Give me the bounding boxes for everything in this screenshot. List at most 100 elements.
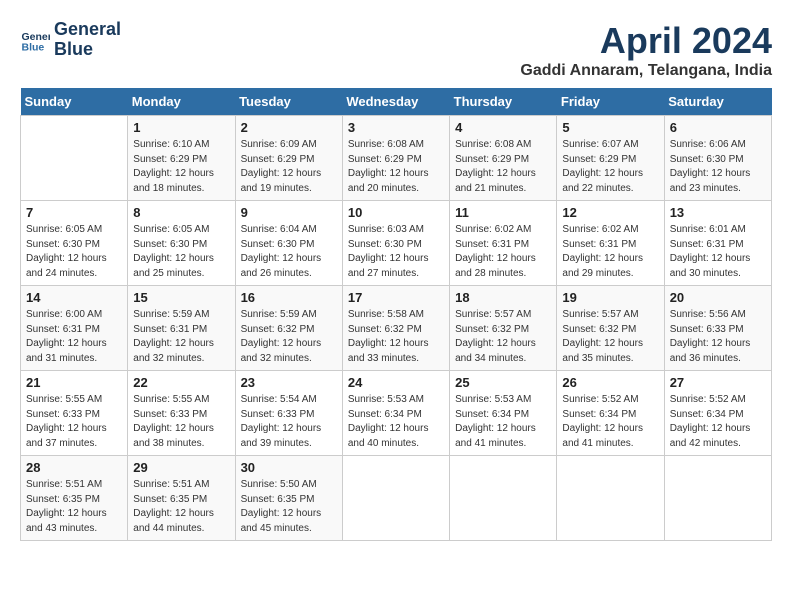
week-row-5: 28 Sunrise: 5:51 AMSunset: 6:35 PMDayligh… [21,456,772,541]
header-saturday: Saturday [664,88,771,116]
day-info: Sunrise: 6:08 AMSunset: 6:29 PMDaylight:… [455,138,551,196]
day-number: 25 [455,375,551,390]
day-number: 1 [133,120,229,135]
day-info: Sunrise: 6:03 AMSunset: 6:30 PMDaylight:… [348,223,444,281]
week-row-1: 1 Sunrise: 6:10 AMSunset: 6:29 PMDaylight… [21,116,772,201]
calendar-cell: 15 Sunrise: 5:59 AMSunset: 6:31 PMDayligh… [128,286,235,371]
day-info: Sunrise: 5:58 AMSunset: 6:32 PMDaylight:… [348,308,444,366]
header-friday: Friday [557,88,664,116]
svg-text:Blue: Blue [22,41,45,53]
header-thursday: Thursday [450,88,557,116]
calendar-cell: 10 Sunrise: 6:03 AMSunset: 6:30 PMDayligh… [342,201,449,286]
calendar-cell [557,456,664,541]
calendar-cell: 8 Sunrise: 6:05 AMSunset: 6:30 PMDaylight… [128,201,235,286]
logo: General Blue General Blue [20,20,121,60]
day-info: Sunrise: 6:06 AMSunset: 6:30 PMDaylight:… [670,138,766,196]
day-number: 5 [562,120,658,135]
day-info: Sunrise: 6:05 AMSunset: 6:30 PMDaylight:… [133,223,229,281]
day-info: Sunrise: 5:53 AMSunset: 6:34 PMDaylight:… [455,393,551,451]
day-number: 6 [670,120,766,135]
day-number: 21 [26,375,122,390]
day-number: 15 [133,290,229,305]
day-number: 8 [133,205,229,220]
day-info: Sunrise: 5:52 AMSunset: 6:34 PMDaylight:… [562,393,658,451]
day-number: 27 [670,375,766,390]
page-header: General Blue General Blue April 2024 Gad… [20,20,772,80]
calendar-cell: 4 Sunrise: 6:08 AMSunset: 6:29 PMDaylight… [450,116,557,201]
day-info: Sunrise: 5:51 AMSunset: 6:35 PMDaylight:… [133,478,229,536]
calendar-cell: 5 Sunrise: 6:07 AMSunset: 6:29 PMDaylight… [557,116,664,201]
day-info: Sunrise: 6:10 AMSunset: 6:29 PMDaylight:… [133,138,229,196]
calendar-cell: 12 Sunrise: 6:02 AMSunset: 6:31 PMDayligh… [557,201,664,286]
day-info: Sunrise: 6:02 AMSunset: 6:31 PMDaylight:… [562,223,658,281]
title-block: April 2024 Gaddi Annaram, Telangana, Ind… [520,20,772,80]
day-number: 29 [133,460,229,475]
calendar-cell: 18Sunrise: 5:57 AMSunset: 6:32 PMDayligh… [450,286,557,371]
calendar-cell [664,456,771,541]
day-info: Sunrise: 6:02 AMSunset: 6:31 PMDaylight:… [455,223,551,281]
day-number: 17 [348,290,444,305]
day-number: 14 [26,290,122,305]
day-info: Sunrise: 6:07 AMSunset: 6:29 PMDaylight:… [562,138,658,196]
day-number: 23 [241,375,337,390]
calendar-cell: 20Sunrise: 5:56 AMSunset: 6:33 PMDayligh… [664,286,771,371]
calendar-cell: 9 Sunrise: 6:04 AMSunset: 6:30 PMDaylight… [235,201,342,286]
day-info: Sunrise: 6:08 AMSunset: 6:29 PMDaylight:… [348,138,444,196]
calendar-cell: 24Sunrise: 5:53 AMSunset: 6:34 PMDayligh… [342,371,449,456]
calendar-cell: 27 Sunrise: 5:52 AMSunset: 6:34 PMDayligh… [664,371,771,456]
day-info: Sunrise: 5:54 AMSunset: 6:33 PMDaylight:… [241,393,337,451]
day-info: Sunrise: 5:50 AMSunset: 6:35 PMDaylight:… [241,478,337,536]
calendar-cell: 16Sunrise: 5:59 AMSunset: 6:32 PMDayligh… [235,286,342,371]
day-number: 16 [241,290,337,305]
calendar-cell: 25 Sunrise: 5:53 AMSunset: 6:34 PMDayligh… [450,371,557,456]
day-info: Sunrise: 6:04 AMSunset: 6:30 PMDaylight:… [241,223,337,281]
day-info: Sunrise: 5:59 AMSunset: 6:31 PMDaylight:… [133,308,229,366]
day-number: 2 [241,120,337,135]
day-info: Sunrise: 5:55 AMSunset: 6:33 PMDaylight:… [133,393,229,451]
day-info: Sunrise: 5:57 AMSunset: 6:32 PMDaylight:… [455,308,551,366]
calendar-cell: 3Sunrise: 6:08 AMSunset: 6:29 PMDaylight… [342,116,449,201]
header-sunday: Sunday [21,88,128,116]
calendar-cell: 11 Sunrise: 6:02 AMSunset: 6:31 PMDayligh… [450,201,557,286]
day-number: 9 [241,205,337,220]
calendar-cell: 29 Sunrise: 5:51 AMSunset: 6:35 PMDayligh… [128,456,235,541]
day-number: 22 [133,375,229,390]
day-info: Sunrise: 6:01 AMSunset: 6:31 PMDaylight:… [670,223,766,281]
day-number: 13 [670,205,766,220]
calendar-cell: 7 Sunrise: 6:05 AMSunset: 6:30 PMDaylight… [21,201,128,286]
calendar-cell [450,456,557,541]
logo-text: General Blue [54,20,121,60]
day-info: Sunrise: 5:56 AMSunset: 6:33 PMDaylight:… [670,308,766,366]
day-number: 12 [562,205,658,220]
header-row: SundayMondayTuesdayWednesdayThursdayFrid… [21,88,772,116]
day-number: 11 [455,205,551,220]
day-info: Sunrise: 5:55 AMSunset: 6:33 PMDaylight:… [26,393,122,451]
calendar-cell: 17 Sunrise: 5:58 AMSunset: 6:32 PMDayligh… [342,286,449,371]
calendar-cell: 30 Sunrise: 5:50 AMSunset: 6:35 PMDayligh… [235,456,342,541]
week-row-2: 7 Sunrise: 6:05 AMSunset: 6:30 PMDaylight… [21,201,772,286]
header-tuesday: Tuesday [235,88,342,116]
location-title: Gaddi Annaram, Telangana, India [520,62,772,80]
logo-icon: General Blue [20,25,50,55]
day-info: Sunrise: 6:00 AMSunset: 6:31 PMDaylight:… [26,308,122,366]
day-number: 26 [562,375,658,390]
calendar-cell: 19Sunrise: 5:57 AMSunset: 6:32 PMDayligh… [557,286,664,371]
day-info: Sunrise: 6:05 AMSunset: 6:30 PMDaylight:… [26,223,122,281]
day-number: 30 [241,460,337,475]
header-wednesday: Wednesday [342,88,449,116]
day-number: 28 [26,460,122,475]
week-row-4: 21 Sunrise: 5:55 AMSunset: 6:33 PMDayligh… [21,371,772,456]
calendar-cell: 26 Sunrise: 5:52 AMSunset: 6:34 PMDayligh… [557,371,664,456]
calendar-cell: 28 Sunrise: 5:51 AMSunset: 6:35 PMDayligh… [21,456,128,541]
calendar-cell [342,456,449,541]
day-info: Sunrise: 5:51 AMSunset: 6:35 PMDaylight:… [26,478,122,536]
day-number: 7 [26,205,122,220]
calendar-cell: 14 Sunrise: 6:00 AMSunset: 6:31 PMDayligh… [21,286,128,371]
day-info: Sunrise: 5:52 AMSunset: 6:34 PMDaylight:… [670,393,766,451]
day-number: 4 [455,120,551,135]
calendar-table: SundayMondayTuesdayWednesdayThursdayFrid… [20,88,772,541]
calendar-cell: 22 Sunrise: 5:55 AMSunset: 6:33 PMDayligh… [128,371,235,456]
day-number: 24 [348,375,444,390]
day-number: 10 [348,205,444,220]
calendar-cell: 21 Sunrise: 5:55 AMSunset: 6:33 PMDayligh… [21,371,128,456]
